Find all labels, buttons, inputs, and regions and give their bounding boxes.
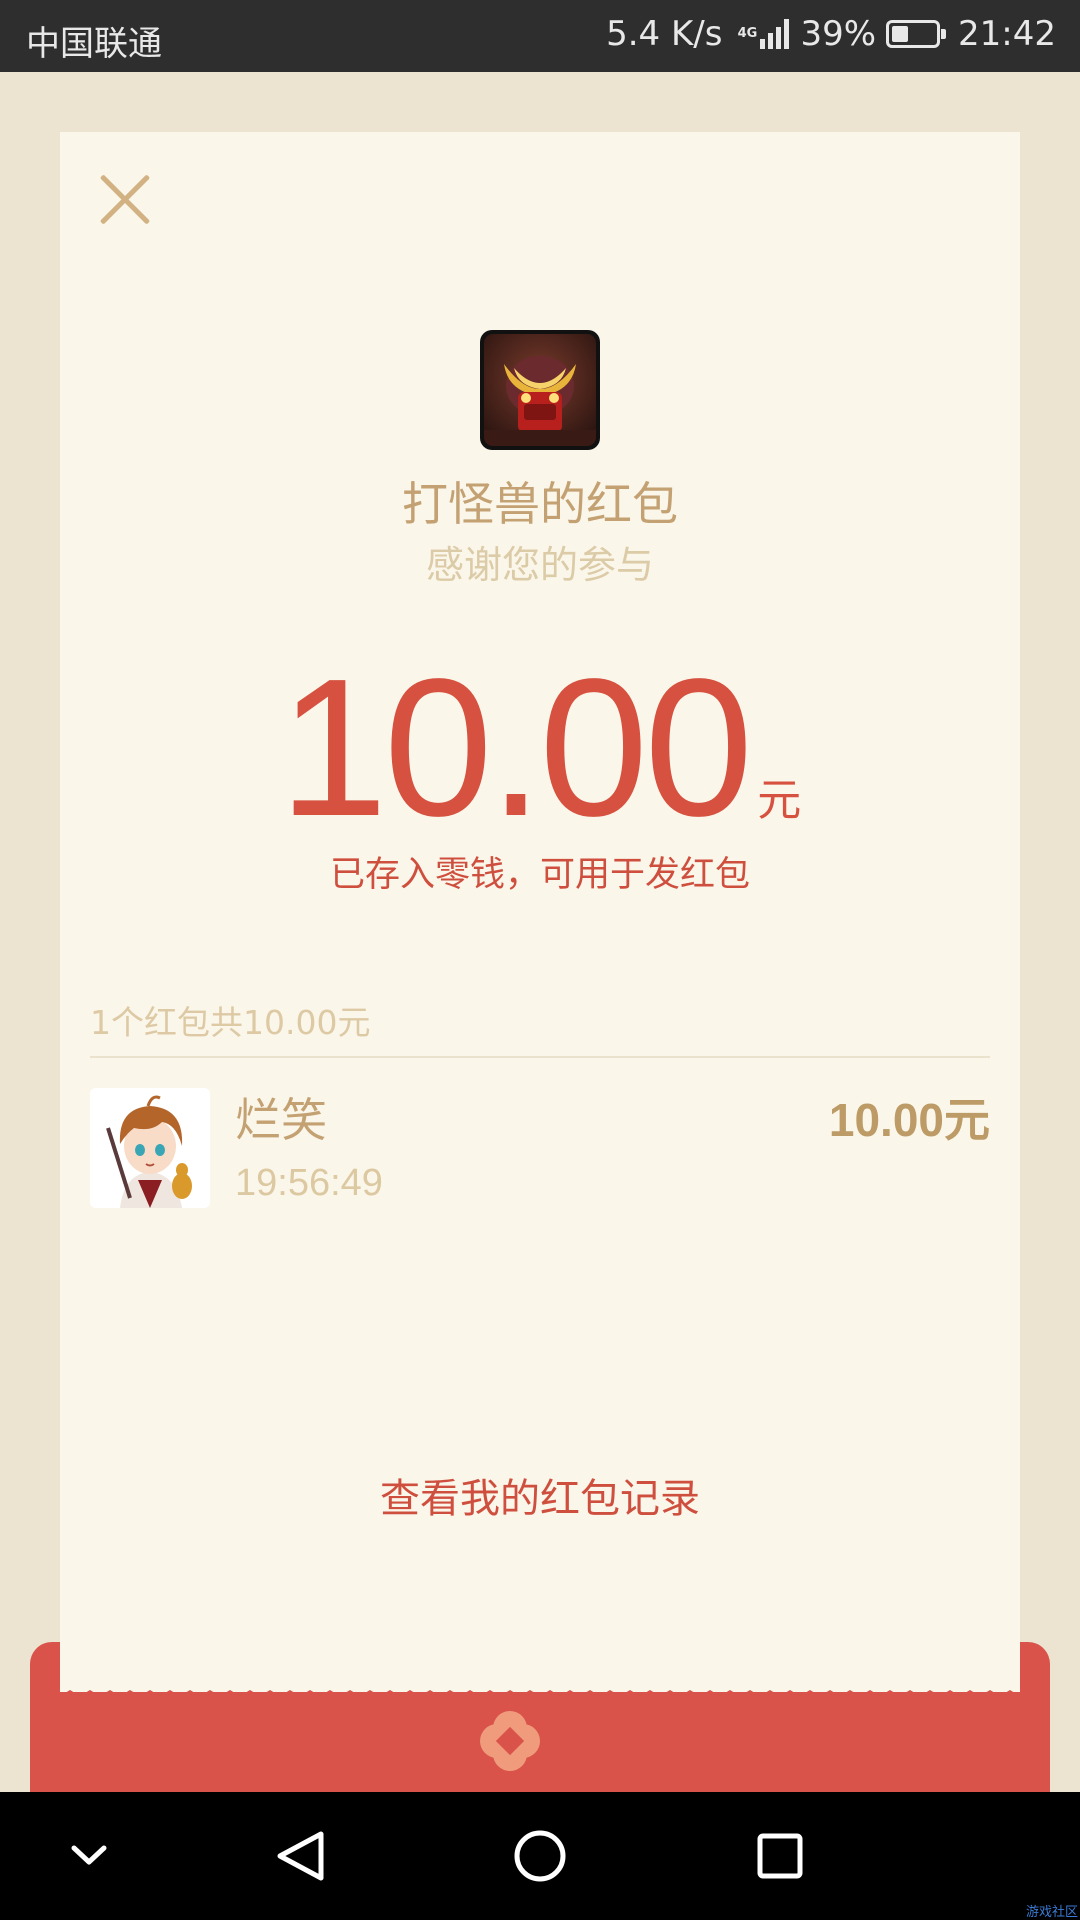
anime-boy-avatar-icon bbox=[90, 1088, 210, 1208]
watermark: 游戏社区 bbox=[1025, 1905, 1078, 1920]
record-row[interactable]: 烂笑 19:56:49 10.00元 bbox=[90, 1088, 990, 1210]
packet-title: 打怪兽的红包 bbox=[402, 477, 678, 531]
record-time: 19:56:49 bbox=[235, 1162, 383, 1204]
battery-percent-label: 39% bbox=[800, 14, 877, 54]
home-button[interactable] bbox=[475, 1792, 605, 1920]
zigzag-edge bbox=[60, 1690, 1020, 1712]
nav-bar: 游戏社区 bbox=[0, 1792, 1080, 1920]
network-type-label: 4G bbox=[737, 26, 758, 41]
amount-value: 10.00 bbox=[278, 638, 753, 857]
back-button[interactable] bbox=[234, 1792, 364, 1920]
red-packet-detail-card: 打怪兽的红包 感谢您的参与 10.00 元 已存入零钱，可用于发红包 1个红包共1… bbox=[60, 132, 1020, 1712]
signal-icon: 4G bbox=[736, 19, 792, 49]
amount-unit: 元 bbox=[757, 775, 802, 826]
net-speed-label: 5.4 K/s bbox=[606, 14, 723, 54]
divider bbox=[90, 1056, 990, 1058]
battery-icon bbox=[886, 20, 947, 48]
packet-subtitle: 感谢您的参与 bbox=[425, 543, 654, 587]
home-icon bbox=[514, 1830, 566, 1882]
packet-summary: 1个红包共10.00元 bbox=[90, 1003, 371, 1042]
stored-note: 已存入零钱，可用于发红包 bbox=[329, 855, 750, 895]
battery-fill bbox=[892, 26, 909, 42]
clock-label: 21:42 bbox=[958, 14, 1056, 54]
chevron-down-icon bbox=[71, 1845, 107, 1865]
recents-button[interactable] bbox=[715, 1792, 845, 1920]
sender-avatar bbox=[480, 330, 600, 450]
record-name: 烂笑 bbox=[235, 1093, 327, 1147]
signal-bars-icon bbox=[760, 19, 792, 49]
amount-display: 10.00 元 bbox=[60, 650, 1020, 846]
status-bar: 中国联通 5.4 K/s 4G 39% 21:42 bbox=[0, 0, 1080, 72]
close-button[interactable] bbox=[98, 172, 152, 226]
monster-avatar-icon bbox=[484, 334, 596, 446]
collapse-nav-button[interactable] bbox=[24, 1792, 154, 1920]
view-history-link[interactable]: 查看我的红包记录 bbox=[60, 1466, 1020, 1524]
carrier-label: 中国联通 bbox=[26, 24, 162, 64]
recents-icon bbox=[757, 1833, 803, 1879]
record-amount: 10.00元 bbox=[828, 1094, 990, 1146]
status-right: 5.4 K/s 4G 39% 21:42 bbox=[606, 14, 1056, 54]
avatar bbox=[90, 1088, 210, 1208]
back-icon bbox=[277, 1831, 324, 1881]
